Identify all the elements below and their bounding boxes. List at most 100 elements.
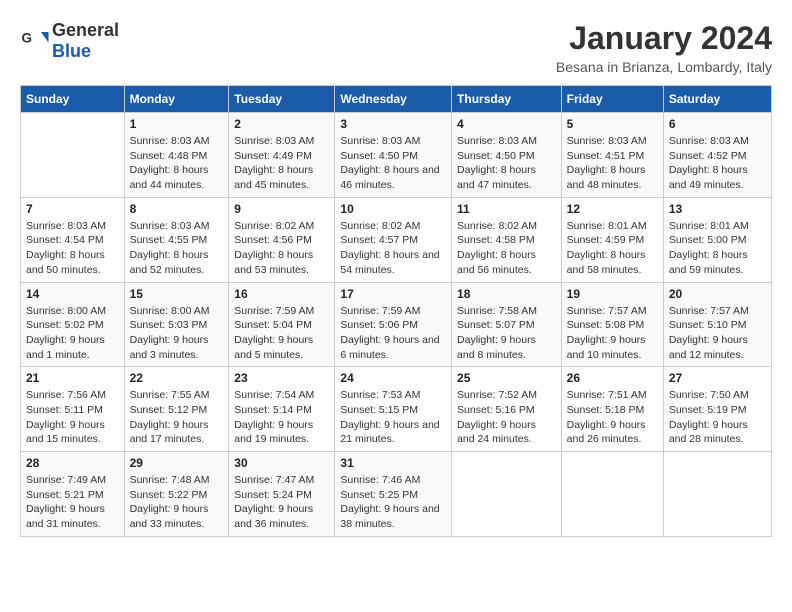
calendar-week-2: 7Sunrise: 8:03 AMSunset: 4:54 PMDaylight… (21, 197, 772, 282)
calendar-cell (452, 452, 562, 537)
day-number: 16 (234, 287, 329, 301)
day-number: 30 (234, 456, 329, 470)
day-header-monday: Monday (124, 86, 229, 113)
calendar-cell: 11 Sunrise: 8:02 AMSunset: 4:58 PMDayligh… (452, 197, 562, 282)
day-number: 24 (340, 371, 446, 385)
day-info: Sunrise: 8:03 AMSunset: 4:48 PMDaylight:… (130, 134, 224, 193)
day-number: 8 (130, 202, 224, 216)
calendar-body: 1Sunrise: 8:03 AMSunset: 4:48 PMDaylight… (21, 113, 772, 537)
calendar-cell: 1Sunrise: 8:03 AMSunset: 4:48 PMDaylight… (124, 113, 229, 198)
day-number: 19 (567, 287, 658, 301)
day-header-sunday: Sunday (21, 86, 125, 113)
day-info: Sunrise: 7:59 AMSunset: 5:04 PMDaylight:… (234, 304, 329, 363)
day-info: Sunrise: 8:01 AMSunset: 4:59 PMDaylight:… (567, 219, 658, 278)
day-number: 9 (234, 202, 329, 216)
header-row: SundayMondayTuesdayWednesdayThursdayFrid… (21, 86, 772, 113)
calendar-cell: 19 Sunrise: 7:57 AMSunset: 5:08 PMDayligh… (561, 282, 663, 367)
day-info: Sunrise: 7:46 AMSunset: 5:25 PMDaylight:… (340, 473, 446, 532)
day-info: Sunrise: 8:01 AMSunset: 5:00 PMDaylight:… (669, 219, 766, 278)
day-info: Sunrise: 7:58 AMSunset: 5:07 PMDaylight:… (457, 304, 556, 363)
calendar-cell: 31 Sunrise: 7:46 AMSunset: 5:25 PMDayligh… (335, 452, 452, 537)
page-header: G General Blue January 2024 Besana in Br… (20, 20, 772, 75)
calendar-title: January 2024 (556, 20, 772, 57)
calendar-cell: 10Sunrise: 8:02 AMSunset: 4:57 PMDayligh… (335, 197, 452, 282)
calendar-cell: 28 Sunrise: 7:49 AMSunset: 5:21 PMDayligh… (21, 452, 125, 537)
svg-text:G: G (22, 31, 33, 46)
day-info: Sunrise: 8:03 AMSunset: 4:52 PMDaylight:… (669, 134, 766, 193)
day-number: 28 (26, 456, 119, 470)
day-info: Sunrise: 7:49 AMSunset: 5:21 PMDaylight:… (26, 473, 119, 532)
day-number: 12 (567, 202, 658, 216)
logo-text: General Blue (52, 20, 119, 62)
day-number: 26 (567, 371, 658, 385)
calendar-cell: 7Sunrise: 8:03 AMSunset: 4:54 PMDaylight… (21, 197, 125, 282)
calendar-cell: 29Sunrise: 7:48 AMSunset: 5:22 PMDayligh… (124, 452, 229, 537)
calendar-week-3: 14Sunrise: 8:00 AMSunset: 5:02 PMDayligh… (21, 282, 772, 367)
day-header-friday: Friday (561, 86, 663, 113)
calendar-cell: 23 Sunrise: 7:54 AMSunset: 5:14 PMDayligh… (229, 367, 335, 452)
day-header-thursday: Thursday (452, 86, 562, 113)
calendar-week-1: 1Sunrise: 8:03 AMSunset: 4:48 PMDaylight… (21, 113, 772, 198)
logo-blue: Blue (52, 41, 91, 61)
calendar-table: SundayMondayTuesdayWednesdayThursdayFrid… (20, 85, 772, 537)
day-number: 4 (457, 117, 556, 131)
day-number: 27 (669, 371, 766, 385)
day-number: 23 (234, 371, 329, 385)
day-info: Sunrise: 7:59 AMSunset: 5:06 PMDaylight:… (340, 304, 446, 363)
calendar-cell: 20Sunrise: 7:57 AMSunset: 5:10 PMDayligh… (663, 282, 771, 367)
day-info: Sunrise: 8:03 AMSunset: 4:50 PMDaylight:… (340, 134, 446, 193)
day-number: 13 (669, 202, 766, 216)
logo: G General Blue (20, 20, 119, 62)
calendar-cell (21, 113, 125, 198)
calendar-cell: 24 Sunrise: 7:53 AMSunset: 5:15 PMDayligh… (335, 367, 452, 452)
day-number: 18 (457, 287, 556, 301)
calendar-cell: 13 Sunrise: 8:01 AMSunset: 5:00 PMDayligh… (663, 197, 771, 282)
day-number: 11 (457, 202, 556, 216)
calendar-cell: 6 Sunrise: 8:03 AMSunset: 4:52 PMDaylight… (663, 113, 771, 198)
calendar-cell: 8 Sunrise: 8:03 AMSunset: 4:55 PMDaylight… (124, 197, 229, 282)
day-info: Sunrise: 7:56 AMSunset: 5:11 PMDaylight:… (26, 388, 119, 447)
calendar-week-4: 21 Sunrise: 7:56 AMSunset: 5:11 PMDayligh… (21, 367, 772, 452)
day-number: 20 (669, 287, 766, 301)
calendar-cell (663, 452, 771, 537)
day-number: 3 (340, 117, 446, 131)
day-number: 15 (130, 287, 224, 301)
day-info: Sunrise: 8:03 AMSunset: 4:49 PMDaylight:… (234, 134, 329, 193)
day-info: Sunrise: 7:47 AMSunset: 5:24 PMDaylight:… (234, 473, 329, 532)
title-block: January 2024 Besana in Brianza, Lombardy… (556, 20, 772, 75)
day-info: Sunrise: 8:02 AMSunset: 4:58 PMDaylight:… (457, 219, 556, 278)
day-number: 22 (130, 371, 224, 385)
calendar-header: SundayMondayTuesdayWednesdayThursdayFrid… (21, 86, 772, 113)
day-info: Sunrise: 8:03 AMSunset: 4:55 PMDaylight:… (130, 219, 224, 278)
day-info: Sunrise: 7:50 AMSunset: 5:19 PMDaylight:… (669, 388, 766, 447)
day-number: 31 (340, 456, 446, 470)
logo-general: General (52, 20, 119, 40)
calendar-cell: 3 Sunrise: 8:03 AMSunset: 4:50 PMDaylight… (335, 113, 452, 198)
calendar-cell: 22 Sunrise: 7:55 AMSunset: 5:12 PMDayligh… (124, 367, 229, 452)
day-number: 21 (26, 371, 119, 385)
day-info: Sunrise: 7:54 AMSunset: 5:14 PMDaylight:… (234, 388, 329, 447)
calendar-cell: 21 Sunrise: 7:56 AMSunset: 5:11 PMDayligh… (21, 367, 125, 452)
calendar-week-5: 28 Sunrise: 7:49 AMSunset: 5:21 PMDayligh… (21, 452, 772, 537)
calendar-cell (561, 452, 663, 537)
day-info: Sunrise: 7:52 AMSunset: 5:16 PMDaylight:… (457, 388, 556, 447)
day-number: 6 (669, 117, 766, 131)
calendar-cell: 17Sunrise: 7:59 AMSunset: 5:06 PMDayligh… (335, 282, 452, 367)
day-info: Sunrise: 8:02 AMSunset: 4:56 PMDaylight:… (234, 219, 329, 278)
day-info: Sunrise: 7:57 AMSunset: 5:08 PMDaylight:… (567, 304, 658, 363)
day-info: Sunrise: 7:53 AMSunset: 5:15 PMDaylight:… (340, 388, 446, 447)
day-header-wednesday: Wednesday (335, 86, 452, 113)
day-number: 7 (26, 202, 119, 216)
calendar-cell: 2 Sunrise: 8:03 AMSunset: 4:49 PMDaylight… (229, 113, 335, 198)
calendar-cell: 4 Sunrise: 8:03 AMSunset: 4:50 PMDaylight… (452, 113, 562, 198)
calendar-cell: 5Sunrise: 8:03 AMSunset: 4:51 PMDaylight… (561, 113, 663, 198)
day-number: 25 (457, 371, 556, 385)
day-number: 29 (130, 456, 224, 470)
calendar-cell: 15Sunrise: 8:00 AMSunset: 5:03 PMDayligh… (124, 282, 229, 367)
day-number: 2 (234, 117, 329, 131)
calendar-cell: 25 Sunrise: 7:52 AMSunset: 5:16 PMDayligh… (452, 367, 562, 452)
day-info: Sunrise: 7:55 AMSunset: 5:12 PMDaylight:… (130, 388, 224, 447)
day-info: Sunrise: 8:03 AMSunset: 4:51 PMDaylight:… (567, 134, 658, 193)
calendar-cell: 12 Sunrise: 8:01 AMSunset: 4:59 PMDayligh… (561, 197, 663, 282)
day-info: Sunrise: 8:03 AMSunset: 4:50 PMDaylight:… (457, 134, 556, 193)
